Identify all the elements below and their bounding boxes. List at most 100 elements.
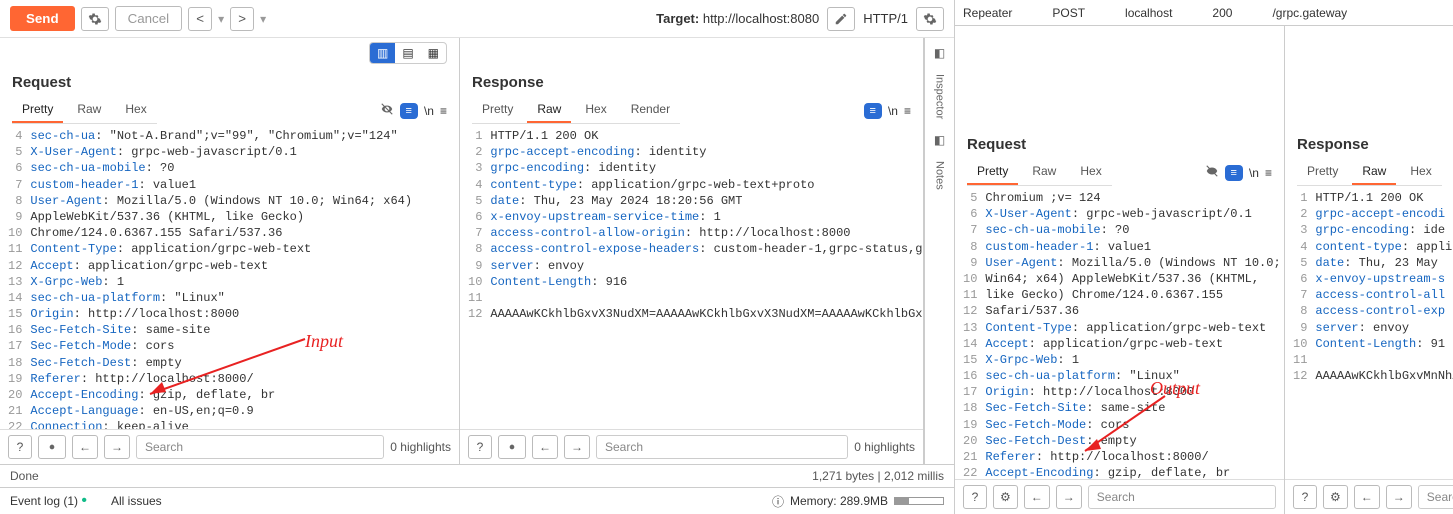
response-footer: ? ← → Search 0 highlights [460, 429, 923, 464]
search-prev-button[interactable]: ← [1354, 485, 1380, 509]
edit-target-button[interactable] [827, 7, 855, 31]
history-forward-button[interactable]: > [230, 7, 254, 31]
help-button[interactable]: ? [963, 485, 987, 509]
event-dot-icon: • [81, 492, 87, 509]
settings-button[interactable]: ⚙ [1323, 485, 1348, 509]
right-request-editor[interactable]: 5678910111213141516171819202122Chromium … [955, 186, 1284, 479]
send-options-button[interactable] [81, 7, 109, 31]
notes-toggle-icon[interactable]: ◧ [934, 133, 945, 147]
newline-icon[interactable]: \n [424, 104, 434, 118]
history-divider-2: ▾ [260, 12, 266, 26]
tab-hex[interactable]: Hex [1400, 159, 1441, 185]
search-prev-button[interactable]: ← [1024, 485, 1050, 509]
hamburger-icon[interactable]: ≡ [904, 104, 911, 118]
log-bar: Event log (1) • All issues ⓘ Memory: 289… [0, 487, 954, 514]
tab-hex[interactable]: Hex [1070, 159, 1111, 185]
gear-icon [923, 12, 937, 26]
hamburger-icon[interactable]: ≡ [440, 104, 447, 118]
search-next-button[interactable]: → [564, 435, 590, 459]
request-title: Request [12, 74, 447, 91]
hide-icon[interactable] [380, 102, 394, 119]
history-back-button[interactable]: < [188, 7, 212, 31]
newline-icon[interactable]: \n [888, 104, 898, 118]
repeater-label: Repeater [963, 6, 1012, 20]
pretty-format-button[interactable]: ≡ [400, 103, 418, 119]
pretty-format-button[interactable]: ≡ [864, 103, 882, 119]
pencil-icon [834, 12, 848, 26]
inspector-toggle-icon[interactable]: ◧ [934, 46, 945, 60]
status-bar: Done 1,271 bytes | 2,012 millis [0, 464, 954, 487]
tab-pretty[interactable]: Pretty [1297, 159, 1348, 185]
help-button[interactable]: ? [8, 435, 32, 459]
main-toolbar: Send Cancel < ▾ > ▾ Target: http://local… [0, 0, 954, 38]
gear-icon [505, 440, 519, 454]
settings-button[interactable] [38, 435, 66, 459]
path-label: /grpc.gateway [1272, 6, 1347, 20]
tab-hex[interactable]: Hex [575, 97, 616, 123]
highlight-count: 0 highlights [390, 440, 451, 454]
layout-combined-icon[interactable]: ▦ [421, 43, 446, 63]
target-label: Target: http://localhost:8080 [656, 11, 819, 26]
layout-columns-icon[interactable]: ▥ [370, 43, 395, 63]
gear-icon [45, 440, 59, 454]
pretty-format-button[interactable]: ≡ [1225, 165, 1243, 181]
request-footer: ? ← → Search 0 highlights [0, 429, 459, 464]
search-input[interactable]: Search [1088, 485, 1276, 509]
all-issues-link[interactable]: All issues [111, 494, 162, 508]
settings-button[interactable] [498, 435, 526, 459]
output-arrow [1075, 391, 1175, 461]
search-input[interactable]: Search [136, 435, 384, 459]
right-request-pane: Request Pretty Raw Hex ≡ \n ≡ [955, 26, 1285, 514]
method-label: POST [1052, 6, 1085, 20]
search-next-button[interactable]: → [1056, 485, 1082, 509]
notes-tab[interactable]: Notes [934, 161, 946, 190]
tab-pretty[interactable]: Pretty [472, 97, 523, 123]
info-icon[interactable]: ⓘ [772, 493, 784, 510]
search-prev-button[interactable]: ← [72, 435, 98, 459]
right-response-editor[interactable]: 123456789101112HTTP/1.1 200 OKgrpc-accep… [1285, 186, 1453, 479]
right-response-pane: Response Pretty Raw Hex 123456789101112H… [1285, 26, 1453, 514]
inspector-tab[interactable]: Inspector [934, 74, 946, 119]
response-title: Response [472, 74, 911, 91]
newline-icon[interactable]: \n [1249, 166, 1259, 180]
hamburger-icon[interactable]: ≡ [1265, 166, 1272, 180]
tab-hex[interactable]: Hex [115, 97, 156, 123]
search-next-button[interactable]: → [104, 435, 130, 459]
tab-raw[interactable]: Raw [1352, 159, 1396, 185]
event-log-link[interactable]: Event log (1) • [10, 492, 87, 510]
hide-icon[interactable] [1205, 164, 1219, 181]
layout-toggle[interactable]: ▥ ▤ ▦ [369, 42, 447, 64]
response-editor[interactable]: 123456789101112HTTP/1.1 200 OKgrpc-accep… [460, 124, 923, 429]
search-input[interactable]: Search [1418, 485, 1453, 509]
help-button[interactable]: ? [1293, 485, 1317, 509]
history-divider: ▾ [218, 12, 224, 26]
http-version[interactable]: HTTP/1 [863, 11, 908, 26]
http-options-button[interactable] [916, 7, 944, 31]
inspector-rail: ◧ Inspector ◧ Notes [924, 38, 954, 464]
search-input[interactable]: Search [596, 435, 848, 459]
tab-render[interactable]: Render [621, 97, 680, 123]
cancel-button[interactable]: Cancel [115, 6, 183, 31]
layout-rows-icon[interactable]: ▤ [395, 43, 420, 63]
tab-raw[interactable]: Raw [67, 97, 111, 123]
host-label: localhost [1125, 6, 1172, 20]
search-next-button[interactable]: → [1386, 485, 1412, 509]
gear-icon [88, 12, 102, 26]
request-title: Request [967, 136, 1272, 153]
repeater-top-row: Repeater POST localhost 200 /grpc.gatewa… [955, 0, 1453, 26]
request-editor[interactable]: 456789101112131415161718192021222324sec-… [0, 124, 459, 429]
status-done: Done [10, 469, 39, 483]
help-button[interactable]: ? [468, 435, 492, 459]
tab-raw[interactable]: Raw [1022, 159, 1066, 185]
tab-pretty[interactable]: Pretty [967, 159, 1018, 185]
settings-button[interactable]: ⚙ [993, 485, 1018, 509]
tab-raw[interactable]: Raw [527, 97, 571, 123]
input-annotation: Input [305, 329, 343, 353]
memory-status: Memory: 289.9MB [790, 494, 888, 508]
input-arrow [140, 334, 310, 404]
highlight-count: 0 highlights [854, 440, 915, 454]
send-button[interactable]: Send [10, 6, 75, 31]
tab-pretty[interactable]: Pretty [12, 97, 63, 123]
search-prev-button[interactable]: ← [532, 435, 558, 459]
status-bytes: 1,271 bytes | 2,012 millis [812, 469, 944, 483]
